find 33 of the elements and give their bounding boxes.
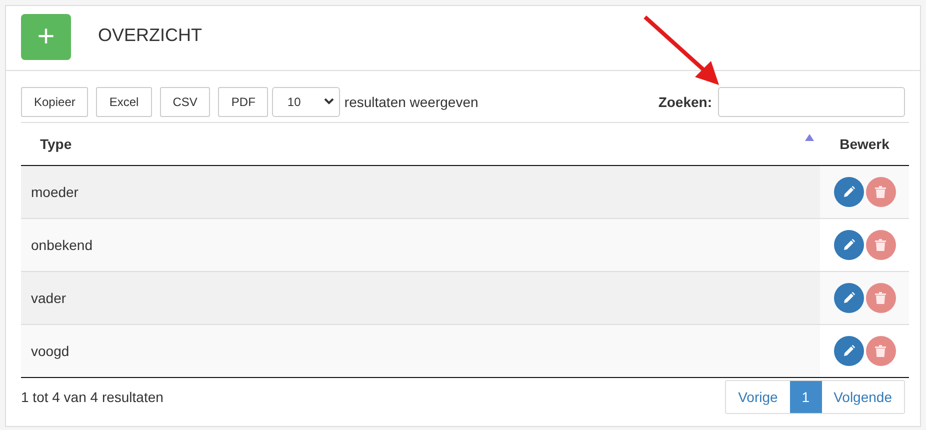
page-size-select[interactable]: 10	[272, 86, 340, 116]
page-size-label: resultaten weergeven	[344, 94, 478, 110]
delete-button[interactable]	[866, 283, 896, 313]
trash-icon	[875, 186, 886, 198]
edit-button[interactable]	[834, 177, 864, 207]
export-button[interactable]: Kopieer	[21, 86, 88, 116]
delete-button[interactable]	[866, 230, 896, 260]
delete-button[interactable]	[866, 177, 896, 207]
search-field[interactable]	[718, 86, 905, 116]
table-cell: moeder	[21, 166, 820, 218]
edit-button[interactable]	[834, 336, 864, 366]
table-cell: vader	[21, 272, 820, 324]
table-cell: voogd	[21, 324, 820, 378]
pencil-icon	[842, 239, 854, 251]
export-button[interactable]: PDF	[218, 86, 268, 116]
pencil-icon	[842, 292, 854, 304]
export-button[interactable]: CSV	[160, 86, 210, 116]
trash-icon	[875, 345, 886, 357]
sort-ascending-icon	[805, 134, 814, 141]
table-cell: onbekend	[21, 218, 820, 272]
edit-button[interactable]	[834, 230, 864, 260]
export-button[interactable]: Excel	[96, 86, 152, 116]
results-info: 1 tot 4 van 4 resultaten	[21, 389, 164, 405]
pagination-button[interactable]: 1	[790, 381, 822, 413]
search-label: Zoeken:	[658, 94, 712, 110]
trash-icon	[875, 239, 886, 251]
edit-button[interactable]	[834, 283, 864, 313]
pencil-icon	[842, 345, 854, 357]
page-title: OVERZICHT	[98, 24, 202, 46]
pencil-icon	[842, 186, 854, 198]
trash-icon	[875, 292, 886, 304]
chevron-down-icon	[324, 98, 334, 105]
delete-button[interactable]	[866, 336, 896, 366]
